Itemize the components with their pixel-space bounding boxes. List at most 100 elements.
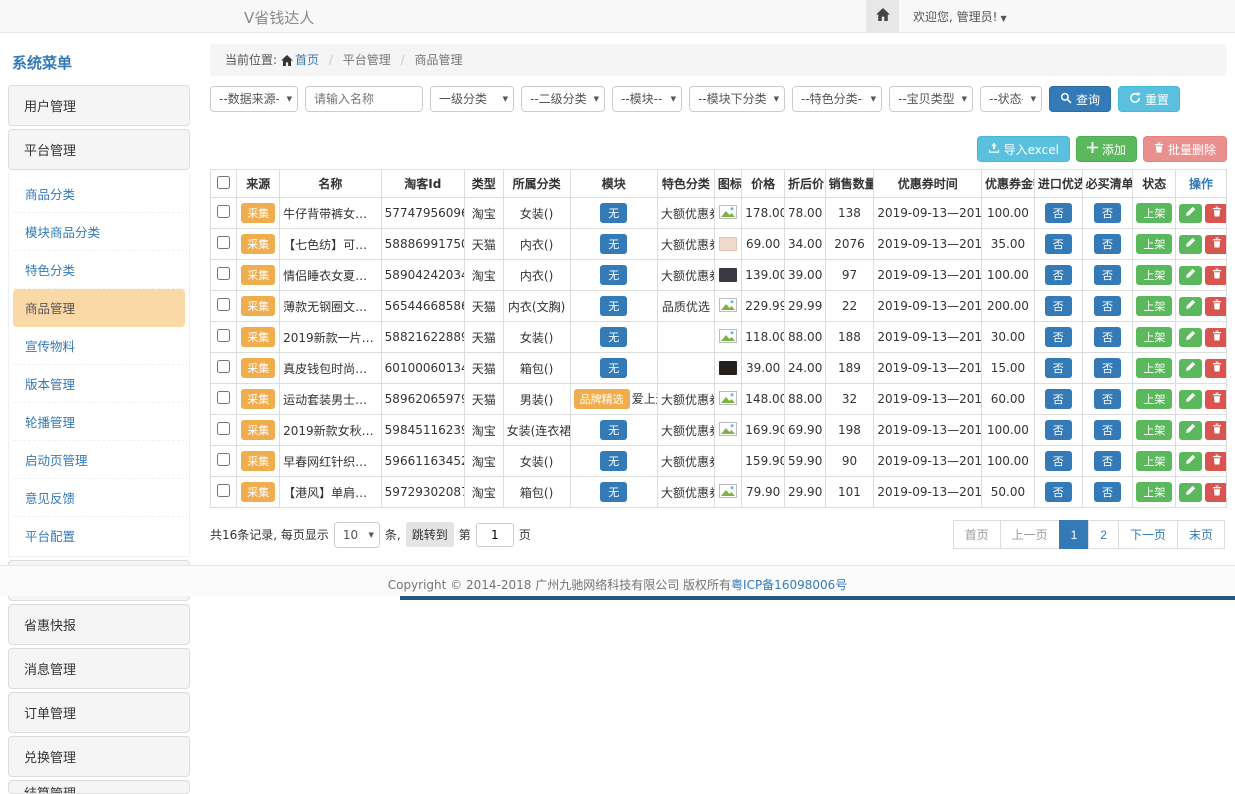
import-toggle-badge[interactable]: 否 bbox=[1045, 265, 1072, 285]
delete-button[interactable] bbox=[1205, 235, 1226, 254]
must-buy-toggle-badge[interactable]: 否 bbox=[1094, 234, 1121, 254]
import-toggle-badge[interactable]: 否 bbox=[1045, 482, 1072, 502]
row-checkbox[interactable] bbox=[217, 453, 230, 466]
edit-button[interactable] bbox=[1179, 483, 1202, 502]
sidebar-group[interactable]: 平台管理 bbox=[8, 129, 190, 170]
edit-button[interactable] bbox=[1179, 359, 1202, 378]
status-badge[interactable]: 上架 bbox=[1136, 265, 1172, 285]
sidebar-item[interactable]: 商品分类 bbox=[13, 175, 185, 213]
page-button[interactable]: 2 bbox=[1088, 520, 1119, 549]
sidebar-group[interactable]: 订单管理 bbox=[8, 692, 190, 733]
row-checkbox[interactable] bbox=[217, 267, 230, 280]
edit-button[interactable] bbox=[1179, 328, 1202, 347]
sidebar-item[interactable]: 模块商品分类 bbox=[13, 213, 185, 251]
sidebar-group[interactable]: 结算管理 bbox=[8, 780, 190, 794]
must-buy-toggle-badge[interactable]: 否 bbox=[1094, 296, 1121, 316]
sidebar-item[interactable]: 商品管理 bbox=[13, 289, 185, 327]
row-checkbox[interactable] bbox=[217, 236, 230, 249]
row-checkbox[interactable] bbox=[217, 391, 230, 404]
must-buy-toggle-badge[interactable]: 否 bbox=[1094, 389, 1121, 409]
feature-category-select[interactable]: --特色分类-- bbox=[792, 86, 882, 112]
row-checkbox[interactable] bbox=[217, 298, 230, 311]
sidebar-group[interactable]: 兑换管理 bbox=[8, 736, 190, 777]
import-toggle-badge[interactable]: 否 bbox=[1045, 203, 1072, 223]
import-toggle-badge[interactable]: 否 bbox=[1045, 234, 1072, 254]
edit-button[interactable] bbox=[1179, 452, 1202, 471]
sidebar-item[interactable]: 启动页管理 bbox=[13, 441, 185, 479]
level2-category-select[interactable]: --二级分类-- bbox=[521, 86, 605, 112]
row-checkbox[interactable] bbox=[217, 422, 230, 435]
jump-page-input[interactable] bbox=[476, 523, 514, 547]
edit-button[interactable] bbox=[1179, 235, 1202, 254]
edit-button[interactable] bbox=[1179, 297, 1202, 316]
row-checkbox[interactable] bbox=[217, 205, 230, 218]
delete-button[interactable] bbox=[1205, 452, 1226, 471]
must-buy-toggle-badge[interactable]: 否 bbox=[1094, 265, 1121, 285]
add-button[interactable]: 添加 bbox=[1076, 136, 1137, 162]
row-checkbox[interactable] bbox=[217, 484, 230, 497]
status-badge[interactable]: 上架 bbox=[1136, 234, 1172, 254]
delete-button[interactable] bbox=[1205, 266, 1226, 285]
delete-button[interactable] bbox=[1205, 297, 1226, 316]
batch-delete-button[interactable]: 批量删除 bbox=[1143, 136, 1227, 162]
breadcrumb-home-link[interactable]: 首页 bbox=[295, 53, 319, 67]
delete-button[interactable] bbox=[1205, 359, 1226, 378]
import-excel-button[interactable]: 导入excel bbox=[977, 136, 1070, 162]
level1-category-select[interactable]: 一级分类 bbox=[430, 86, 514, 112]
status-badge[interactable]: 上架 bbox=[1136, 327, 1172, 347]
status-badge[interactable]: 上架 bbox=[1136, 451, 1172, 471]
status-badge[interactable]: 上架 bbox=[1136, 389, 1172, 409]
status-badge[interactable]: 上架 bbox=[1136, 420, 1172, 440]
delete-button[interactable] bbox=[1205, 328, 1226, 347]
status-badge[interactable]: 上架 bbox=[1136, 482, 1172, 502]
import-toggle-badge[interactable]: 否 bbox=[1045, 451, 1072, 471]
edit-button[interactable] bbox=[1179, 421, 1202, 440]
sidebar-item[interactable]: 版本管理 bbox=[13, 365, 185, 403]
row-checkbox[interactable] bbox=[217, 329, 230, 342]
name-input[interactable] bbox=[305, 86, 423, 112]
user-menu[interactable]: 欢迎您, 管理员!▼ bbox=[899, 8, 1021, 25]
icp-link[interactable]: 粤ICP备16098006号 bbox=[731, 578, 847, 592]
delete-button[interactable] bbox=[1205, 390, 1226, 409]
must-buy-toggle-badge[interactable]: 否 bbox=[1094, 482, 1121, 502]
select-all-checkbox[interactable] bbox=[217, 176, 230, 189]
sidebar-item[interactable]: 平台配置 bbox=[13, 517, 185, 554]
sidebar-item[interactable]: 轮播管理 bbox=[13, 403, 185, 441]
import-toggle-badge[interactable]: 否 bbox=[1045, 327, 1072, 347]
import-toggle-badge[interactable]: 否 bbox=[1045, 420, 1072, 440]
edit-button[interactable] bbox=[1179, 390, 1202, 409]
page-button[interactable]: 1 bbox=[1059, 520, 1090, 549]
status-select[interactable]: --状态-- bbox=[980, 86, 1042, 112]
per-page-select[interactable]: 10 bbox=[334, 522, 380, 548]
sidebar-item[interactable]: 意见反馈 bbox=[13, 479, 185, 517]
page-button[interactable]: 上一页 bbox=[1000, 520, 1060, 549]
page-button[interactable]: 首页 bbox=[953, 520, 1001, 549]
status-badge[interactable]: 上架 bbox=[1136, 203, 1172, 223]
import-toggle-badge[interactable]: 否 bbox=[1045, 358, 1072, 378]
delete-button[interactable] bbox=[1205, 421, 1226, 440]
sidebar-group[interactable]: 消息管理 bbox=[8, 648, 190, 689]
must-buy-toggle-badge[interactable]: 否 bbox=[1094, 203, 1121, 223]
must-buy-toggle-badge[interactable]: 否 bbox=[1094, 451, 1121, 471]
row-checkbox[interactable] bbox=[217, 360, 230, 373]
search-button[interactable]: 查询 bbox=[1049, 86, 1111, 112]
status-badge[interactable]: 上架 bbox=[1136, 358, 1172, 378]
item-type-select[interactable]: --宝贝类型-- bbox=[889, 86, 973, 112]
import-toggle-badge[interactable]: 否 bbox=[1045, 389, 1072, 409]
module-sub-category-select[interactable]: --模块下分类-- bbox=[689, 86, 785, 112]
delete-button[interactable] bbox=[1205, 483, 1226, 502]
module-select[interactable]: --模块-- bbox=[612, 86, 682, 112]
must-buy-toggle-badge[interactable]: 否 bbox=[1094, 358, 1121, 378]
data-source-select[interactable]: --数据来源-- bbox=[210, 86, 298, 112]
jump-button[interactable]: 跳转到 bbox=[406, 522, 454, 547]
sidebar-group[interactable]: 用户管理 bbox=[8, 85, 190, 126]
sidebar-item[interactable]: 宣传物料 bbox=[13, 327, 185, 365]
edit-button[interactable] bbox=[1179, 266, 1202, 285]
sidebar-item[interactable]: 特色分类 bbox=[13, 251, 185, 289]
delete-button[interactable] bbox=[1205, 204, 1226, 223]
home-button[interactable] bbox=[866, 0, 899, 32]
page-button[interactable]: 末页 bbox=[1177, 520, 1225, 549]
edit-button[interactable] bbox=[1179, 204, 1202, 223]
must-buy-toggle-badge[interactable]: 否 bbox=[1094, 327, 1121, 347]
sidebar-group[interactable]: 省惠快报 bbox=[8, 604, 190, 645]
